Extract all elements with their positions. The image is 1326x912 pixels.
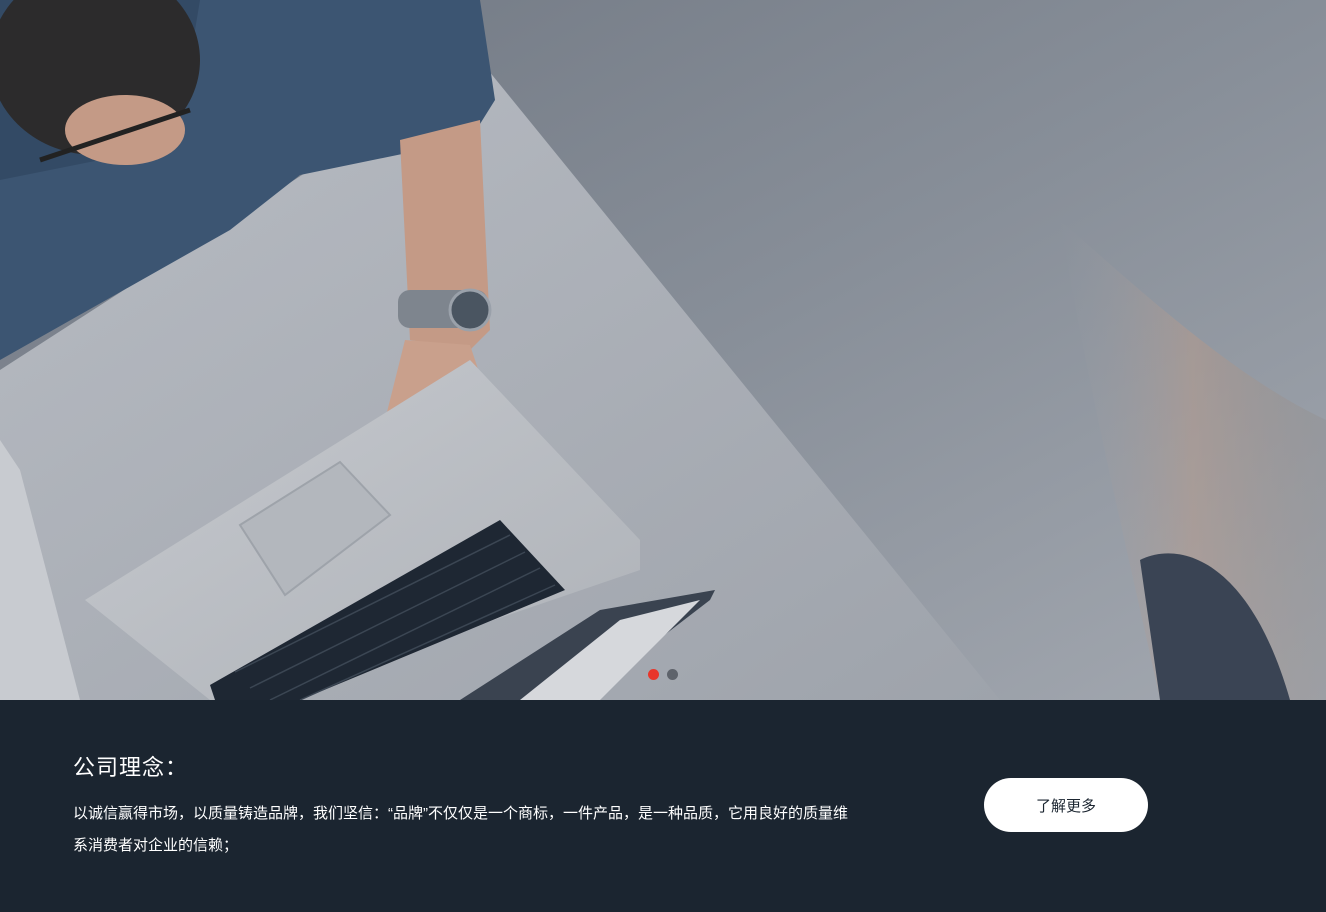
section-description: 以诚信赢得市场，以质量铸造品牌，我们坚信：“品牌”不仅仅是一个商标，一件产品，是… (73, 805, 848, 854)
hero-banner (0, 0, 1326, 700)
carousel-dot-1[interactable] (648, 669, 659, 680)
company-philosophy-section: 公司理念： 以诚信赢得市场，以质量铸造品牌，我们坚信：“品牌”不仅仅是一个商标，… (0, 700, 1326, 912)
learn-more-button[interactable]: 了解更多 (984, 778, 1148, 832)
carousel-indicators (648, 669, 678, 680)
hero-image (0, 0, 1326, 700)
section-title: 公司理念： (73, 755, 189, 780)
page: 公司理念： 以诚信赢得市场，以质量铸造品牌，我们坚信：“品牌”不仅仅是一个商标，… (0, 0, 1326, 912)
carousel-dot-2[interactable] (667, 669, 678, 680)
